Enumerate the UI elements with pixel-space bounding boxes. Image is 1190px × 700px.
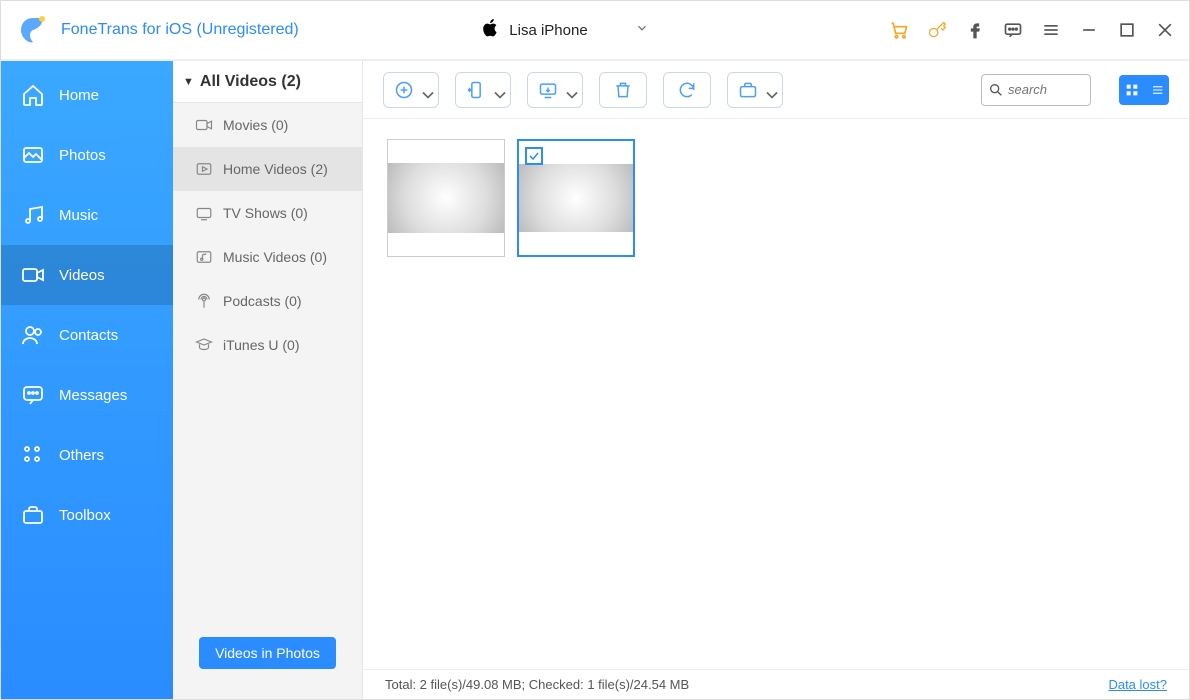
category-podcasts[interactable]: Podcasts (0) bbox=[173, 279, 362, 323]
list-view-button[interactable] bbox=[1144, 75, 1169, 105]
feedback-icon[interactable] bbox=[1003, 20, 1023, 40]
device-picker[interactable]: Lisa iPhone bbox=[415, 12, 655, 48]
category-label: Home Videos (2) bbox=[223, 161, 328, 177]
chevron-down-icon bbox=[635, 21, 649, 40]
checkbox-checked-icon[interactable] bbox=[525, 147, 543, 165]
sidebar-item-music[interactable]: Music bbox=[1, 185, 173, 245]
export-to-pc-button[interactable] bbox=[527, 72, 583, 108]
export-to-device-button[interactable] bbox=[455, 72, 511, 108]
sidebar-item-home[interactable]: Home bbox=[1, 65, 173, 125]
sidebar-item-label: Contacts bbox=[59, 327, 118, 344]
cart-icon[interactable] bbox=[889, 20, 909, 40]
video-thumb[interactable] bbox=[387, 139, 505, 257]
videos-in-photos-button[interactable]: Videos in Photos bbox=[199, 637, 336, 669]
chevron-down-icon bbox=[418, 85, 428, 95]
sidebar: Home Photos Music Videos Contacts Messag… bbox=[1, 61, 173, 699]
sidebar-item-label: Messages bbox=[59, 387, 127, 404]
category-home-videos[interactable]: Home Videos (2) bbox=[173, 147, 362, 191]
add-button[interactable] bbox=[383, 72, 439, 108]
folder-button[interactable] bbox=[727, 72, 783, 108]
video-grid bbox=[363, 119, 1189, 669]
titlebar: FoneTrans for iOS (Unregistered) Lisa iP… bbox=[1, 1, 1189, 61]
menu-icon[interactable] bbox=[1041, 20, 1061, 40]
sidebar-item-label: Home bbox=[59, 87, 99, 104]
maximize-icon[interactable] bbox=[1117, 20, 1137, 40]
secondary-panel: ▼ All Videos (2) Movies (0) Home Videos … bbox=[173, 61, 363, 699]
video-thumb[interactable] bbox=[517, 139, 635, 257]
close-icon[interactable] bbox=[1155, 20, 1175, 40]
body: Home Photos Music Videos Contacts Messag… bbox=[1, 61, 1189, 699]
chevron-down-icon bbox=[562, 85, 572, 95]
apple-icon bbox=[483, 18, 499, 43]
sidebar-item-others[interactable]: Others bbox=[1, 425, 173, 485]
sidebar-item-label: Toolbox bbox=[59, 507, 111, 524]
key-icon[interactable] bbox=[927, 20, 947, 40]
sidebar-item-contacts[interactable]: Contacts bbox=[1, 305, 173, 365]
search-input[interactable] bbox=[1008, 82, 1078, 97]
toolbar bbox=[363, 61, 1189, 119]
search-icon bbox=[988, 82, 1004, 98]
category-label: TV Shows (0) bbox=[223, 205, 308, 221]
main-panel: Total: 2 file(s)/49.08 MB; Checked: 1 fi… bbox=[363, 61, 1189, 699]
search-box[interactable] bbox=[981, 74, 1091, 106]
data-lost-link[interactable]: Data lost? bbox=[1108, 677, 1167, 692]
sidebar-item-photos[interactable]: Photos bbox=[1, 125, 173, 185]
category-label: Podcasts (0) bbox=[223, 293, 302, 309]
category-music-videos[interactable]: Music Videos (0) bbox=[173, 235, 362, 279]
category-label: Movies (0) bbox=[223, 117, 288, 133]
grid-view-button[interactable] bbox=[1119, 75, 1144, 105]
all-videos-header[interactable]: ▼ All Videos (2) bbox=[173, 61, 362, 103]
status-text: Total: 2 file(s)/49.08 MB; Checked: 1 fi… bbox=[385, 677, 689, 692]
sidebar-item-toolbox[interactable]: Toolbox bbox=[1, 485, 173, 545]
category-tv-shows[interactable]: TV Shows (0) bbox=[173, 191, 362, 235]
category-label: Music Videos (0) bbox=[223, 249, 327, 265]
delete-button[interactable] bbox=[599, 72, 647, 108]
device-name: Lisa iPhone bbox=[509, 22, 587, 39]
app-title: FoneTrans for iOS (Unregistered) bbox=[61, 21, 299, 39]
category-itunes-u[interactable]: iTunes U (0) bbox=[173, 323, 362, 367]
app-window: FoneTrans for iOS (Unregistered) Lisa iP… bbox=[0, 0, 1190, 700]
app-logo-icon bbox=[15, 12, 51, 48]
video-preview bbox=[519, 164, 633, 232]
secondary-header-label: All Videos (2) bbox=[200, 73, 301, 91]
chevron-down-icon bbox=[490, 85, 500, 95]
view-toggle bbox=[1119, 75, 1169, 105]
category-movies[interactable]: Movies (0) bbox=[173, 103, 362, 147]
status-bar: Total: 2 file(s)/49.08 MB; Checked: 1 fi… bbox=[363, 669, 1189, 699]
video-preview bbox=[388, 163, 504, 233]
minimize-icon[interactable] bbox=[1079, 20, 1099, 40]
sidebar-item-label: Photos bbox=[59, 147, 106, 164]
sidebar-item-label: Videos bbox=[59, 267, 105, 284]
triangle-down-icon: ▼ bbox=[183, 76, 194, 88]
sidebar-item-label: Others bbox=[59, 447, 104, 464]
sidebar-item-videos[interactable]: Videos bbox=[1, 245, 173, 305]
titlebar-icons bbox=[889, 20, 1175, 40]
chevron-down-icon bbox=[762, 85, 772, 95]
sidebar-item-label: Music bbox=[59, 207, 98, 224]
refresh-button[interactable] bbox=[663, 72, 711, 108]
category-label: iTunes U (0) bbox=[223, 337, 300, 353]
facebook-icon[interactable] bbox=[965, 20, 985, 40]
sidebar-item-messages[interactable]: Messages bbox=[1, 365, 173, 425]
